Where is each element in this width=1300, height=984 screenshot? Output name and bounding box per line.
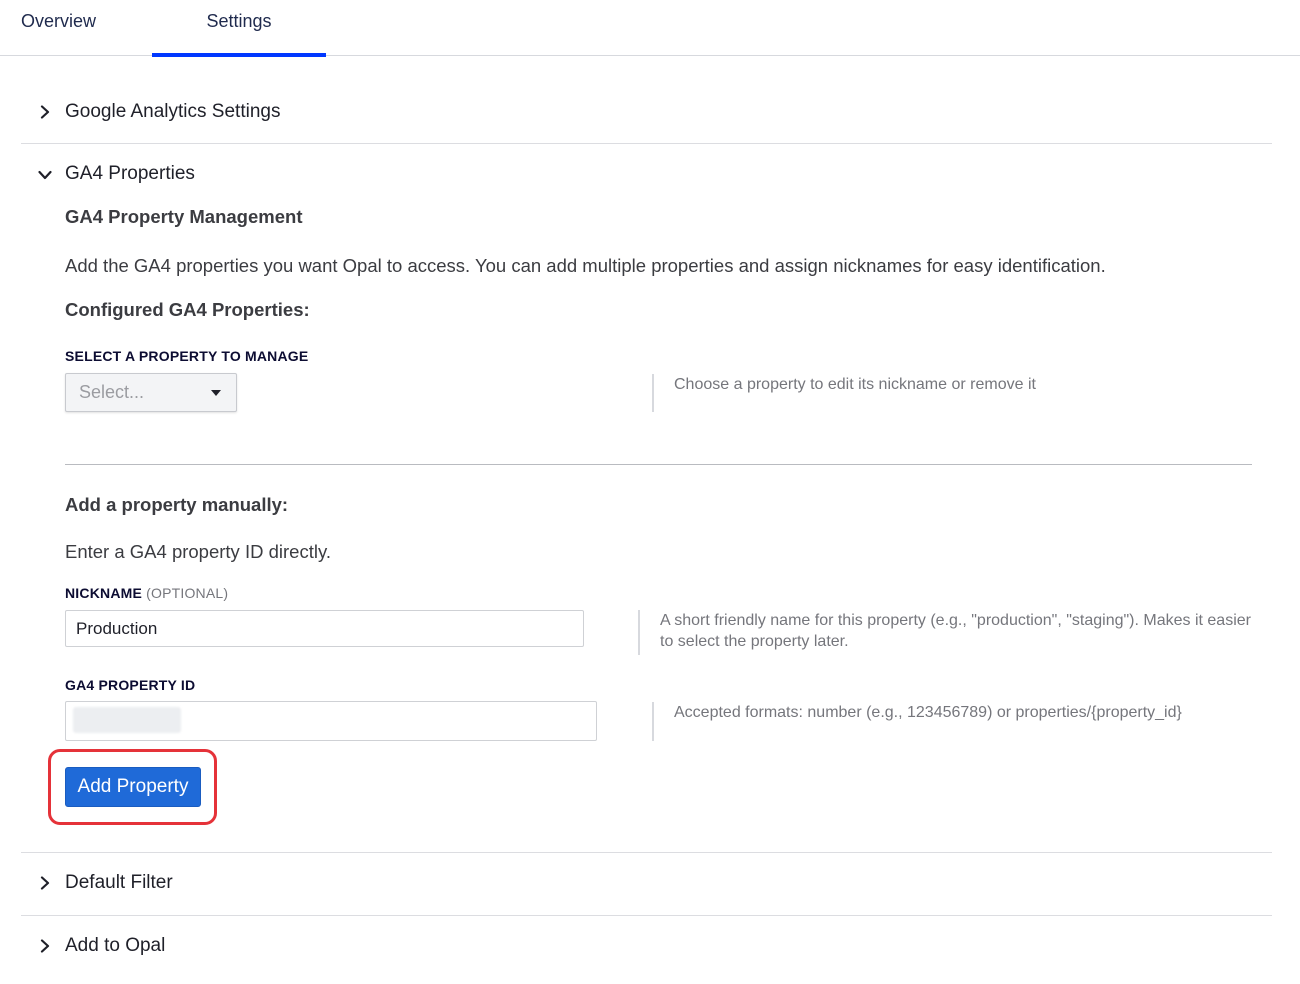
chevron-down-icon: [38, 170, 52, 180]
settings-page: Overview Settings Google Analytics Setti…: [0, 0, 1300, 984]
select-placeholder: Select...: [79, 382, 145, 402]
nickname-help-text: A short friendly name for this property …: [660, 612, 1251, 650]
ga4-management-title: GA4 Property Management: [65, 206, 303, 227]
section-divider: [21, 915, 1272, 916]
ga4-description: Add the GA4 properties you want Opal to …: [65, 255, 1106, 276]
accordion-add-to-opal[interactable]: Add to Opal: [21, 929, 1272, 963]
nickname-help: A short friendly name for this property …: [638, 610, 1252, 655]
property-id-help-text: Accepted formats: number (e.g., 12345678…: [674, 704, 1182, 721]
nickname-field[interactable]: [65, 610, 584, 647]
tab-overview[interactable]: Overview: [21, 0, 96, 55]
section-divider: [21, 143, 1272, 144]
accordion-title: Google Analytics Settings: [65, 101, 281, 122]
accordion-title: GA4 Properties: [65, 163, 195, 184]
accordion-ga4-properties[interactable]: GA4 Properties: [21, 158, 1272, 192]
tab-settings[interactable]: Settings: [152, 0, 326, 57]
chevron-right-icon: [40, 876, 50, 890]
accordion-title: Add to Opal: [65, 935, 166, 956]
redacted-value: [73, 707, 181, 733]
manual-add-description: Enter a GA4 property ID directly.: [65, 541, 331, 562]
chevron-right-icon: [40, 105, 50, 119]
property-id-label: GA4 PROPERTY ID: [65, 677, 196, 693]
manual-add-title: Add a property manually:: [65, 494, 289, 515]
caret-down-icon: [211, 390, 221, 396]
property-id-help: Accepted formats: number (e.g., 12345678…: [652, 702, 1234, 741]
chevron-right-icon: [40, 939, 50, 953]
nickname-optional-tag: (OPTIONAL): [146, 585, 229, 601]
accordion-title: Default Filter: [65, 872, 173, 893]
select-property-help: Choose a property to edit its nickname o…: [652, 374, 1234, 412]
tab-bar: Overview Settings: [0, 0, 1300, 57]
nickname-label: NICKNAME (OPTIONAL): [65, 585, 228, 601]
add-property-button[interactable]: Add Property: [65, 767, 201, 807]
property-select[interactable]: Select...: [65, 373, 237, 412]
section-divider: [21, 852, 1272, 853]
select-property-label: SELECT A PROPERTY TO MANAGE: [65, 348, 309, 364]
accordion-google-analytics-settings[interactable]: Google Analytics Settings: [21, 96, 1272, 130]
inner-divider: [65, 464, 1252, 465]
nickname-label-text: NICKNAME: [65, 585, 143, 601]
active-tab-indicator: [152, 53, 326, 57]
configured-properties-title: Configured GA4 Properties:: [65, 299, 310, 320]
select-help-text: Choose a property to edit its nickname o…: [674, 376, 1036, 393]
tab-settings-label: Settings: [206, 11, 272, 31]
accordion-default-filter[interactable]: Default Filter: [21, 866, 1272, 900]
